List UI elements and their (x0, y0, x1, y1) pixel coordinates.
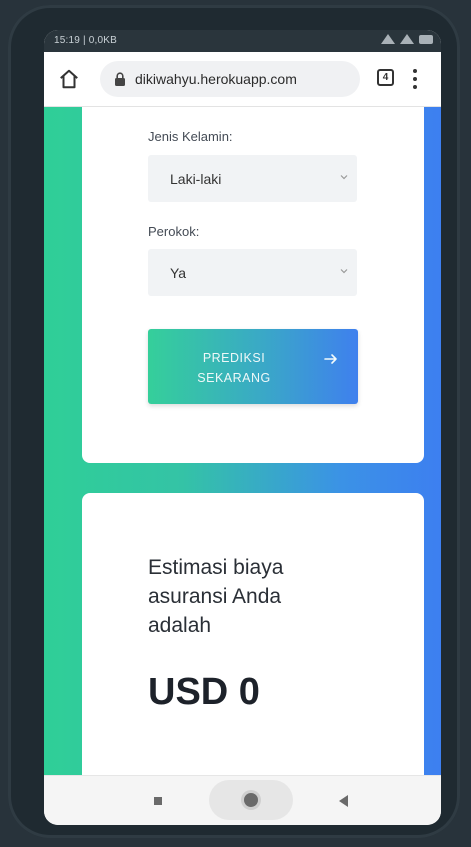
result-amount: USD 0 (148, 671, 260, 713)
menu-dot (413, 85, 417, 89)
predict-now-button[interactable]: PREDIKSI SEKARANG (148, 329, 358, 404)
tab-count: 4 (382, 72, 389, 83)
status-bar: 15:19 | 0,0KB (44, 30, 441, 52)
battery-icon (419, 34, 433, 44)
gender-label: Jenis Kelamin: (148, 129, 233, 144)
address-bar[interactable]: dikiwahyu.herokuapp.com (100, 61, 360, 97)
tabs-icon[interactable]: 4 (377, 69, 394, 86)
circle-icon[interactable] (244, 793, 258, 807)
back-triangle-icon[interactable] (339, 795, 348, 807)
url-text: dikiwahyu.herokuapp.com (135, 71, 297, 87)
result-card: Estimasi biaya asuransi Anda adalah USD … (82, 493, 424, 775)
status-icons (381, 34, 433, 44)
android-nav-bar (44, 775, 441, 825)
browser-toolbar: dikiwahyu.herokuapp.com 4 (44, 52, 441, 107)
arrow-right-icon (324, 354, 337, 364)
menu-dot (413, 77, 417, 81)
smoker-select-value: Ya (170, 264, 187, 281)
predict-button-label: PREDIKSI SEKARANG (194, 348, 274, 388)
square-icon[interactable] (154, 797, 162, 805)
smoker-select[interactable]: Ya (148, 249, 357, 296)
chevron-down-icon (340, 269, 348, 274)
gender-select-value: Laki-laki (170, 170, 222, 187)
home-icon[interactable] (58, 68, 80, 90)
wifi-icon (400, 34, 414, 44)
more-vert-icon[interactable] (412, 69, 418, 89)
menu-dot (413, 69, 417, 73)
page-content[interactable]: Jenis Kelamin: Laki-laki Perokok: Ya PRE… (44, 107, 441, 775)
smoker-label: Perokok: (148, 224, 200, 239)
form-card: Jenis Kelamin: Laki-laki Perokok: Ya PRE… (82, 107, 424, 463)
gender-select[interactable]: Laki-laki (148, 155, 357, 202)
signal-icon (381, 34, 395, 44)
status-time: 15:19 | 0,0KB (54, 35, 118, 46)
predict-button-line1: PREDIKSI (202, 351, 266, 365)
phone-frame: 15:19 | 0,0KB dikiwahyu.herokuapp.com 4 (8, 5, 460, 838)
predict-button-line2: SEKARANG (197, 371, 271, 385)
chevron-down-icon (340, 175, 348, 180)
phone-screen: 15:19 | 0,0KB dikiwahyu.herokuapp.com 4 (44, 30, 441, 825)
lock-icon (115, 72, 125, 86)
result-heading: Estimasi biaya asuransi Anda adalah (148, 556, 284, 637)
